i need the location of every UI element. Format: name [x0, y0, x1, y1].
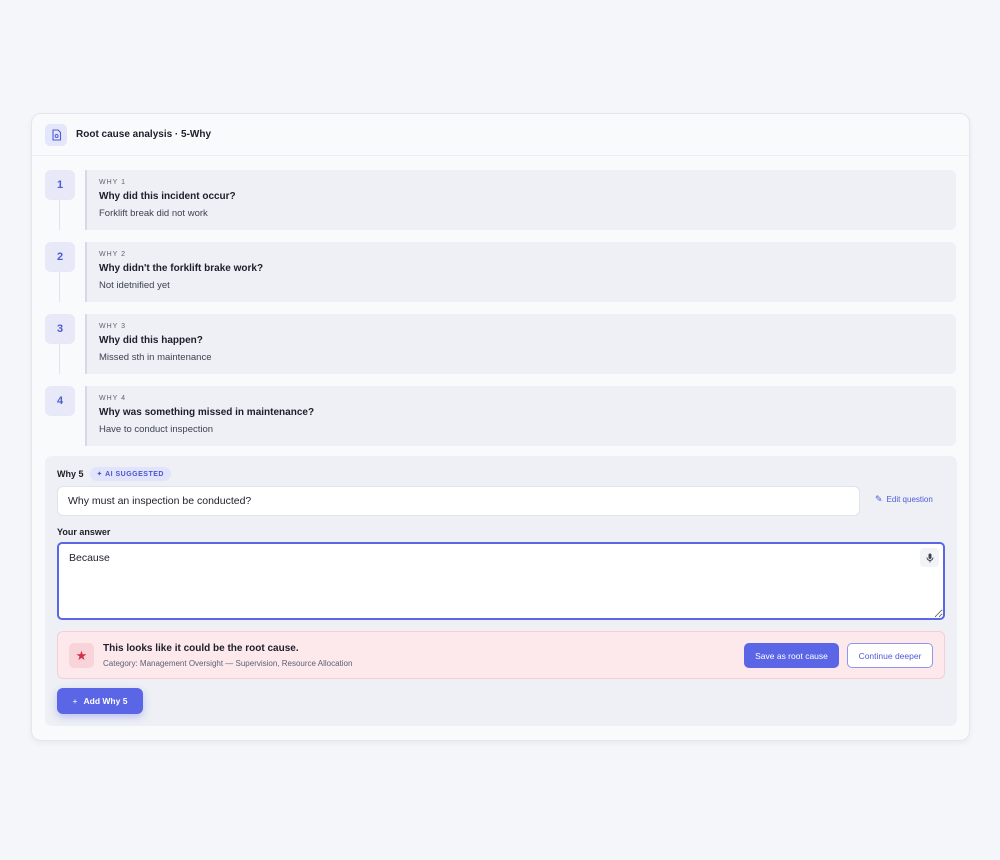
why-answer: Forklift break did not work: [99, 208, 208, 219]
why-steps: 1 WHY 1 Why did this incident occur? For…: [45, 170, 957, 458]
why-question: Why was something missed in maintenance?: [99, 407, 315, 418]
why-label: WHY 2: [99, 251, 127, 258]
step-number: 3: [45, 314, 75, 344]
step-connector: [59, 272, 60, 302]
step-content[interactable]: WHY 4 Why was something missed in mainte…: [85, 386, 956, 446]
why-question: Why didn't the forklift brake work?: [99, 263, 264, 274]
why-answer: Missed sth in maintenance: [99, 352, 212, 363]
step-connector: [59, 344, 60, 374]
why-step-2: 2 WHY 2 Why didn't the forklift brake wo…: [45, 242, 957, 314]
pencil-icon: ✎: [875, 494, 883, 504]
add-why-label: Add Why 5: [83, 696, 128, 706]
why-question: Why did this happen?: [99, 335, 203, 346]
step-number: 1: [45, 170, 75, 200]
why5-panel: Why 5 ✦ AI SUGGESTED ✎ Edit question You…: [45, 456, 957, 726]
step-content[interactable]: WHY 2 Why didn't the forklift brake work…: [85, 242, 956, 302]
why-answer: Have to conduct inspection: [99, 424, 214, 435]
why5-label: Why 5: [57, 469, 84, 479]
page-title: Root cause analysis · 5-Why: [76, 129, 212, 140]
add-why-button[interactable]: + Add Why 5: [57, 688, 143, 714]
continue-deeper-button[interactable]: Continue deeper: [847, 643, 933, 668]
why5-question-input[interactable]: [57, 486, 860, 516]
plus-icon: +: [72, 696, 78, 706]
answer-label: Your answer: [57, 527, 111, 537]
step-number: 2: [45, 242, 75, 272]
root-cause-banner: ★ This looks like it could be the root c…: [57, 631, 945, 679]
step-content[interactable]: WHY 1 Why did this incident occur? Forkl…: [85, 170, 956, 230]
why-step-3: 3 WHY 3 Why did this happen? Missed sth …: [45, 314, 957, 386]
root-cause-title: This looks like it could be the root cau…: [103, 643, 299, 654]
why-label: WHY 1: [99, 179, 127, 186]
ai-suggested-badge: ✦ AI SUGGESTED: [89, 467, 171, 481]
why-label: WHY 4: [99, 395, 127, 402]
card-header: Root cause analysis · 5-Why: [32, 114, 969, 156]
why-label: WHY 3: [99, 323, 127, 330]
step-connector: [59, 200, 60, 230]
why-question: Why did this incident occur?: [99, 191, 236, 202]
why-step-1: 1 WHY 1 Why did this incident occur? For…: [45, 170, 957, 242]
step-number: 4: [45, 386, 75, 416]
edit-question-link[interactable]: ✎ Edit question: [875, 494, 933, 505]
root-cause-category: Category: Management Oversight — Supervi…: [103, 659, 353, 668]
why-step-4: 4 WHY 4 Why was something missed in main…: [45, 386, 957, 458]
why5-header: Why 5 ✦ AI SUGGESTED: [57, 467, 171, 481]
microphone-button[interactable]: [920, 548, 939, 567]
save-root-cause-button[interactable]: Save as root cause: [744, 643, 839, 668]
why-answer: Not idetnified yet: [99, 280, 170, 291]
document-icon: [45, 123, 67, 146]
star-icon: ★: [69, 643, 94, 668]
answer-textarea[interactable]: Because: [57, 542, 945, 620]
edit-question-label: Edit question: [886, 495, 933, 504]
rca-card: Root cause analysis · 5-Why 1 WHY 1 Why …: [31, 113, 970, 741]
microphone-icon: [926, 553, 933, 562]
step-content[interactable]: WHY 3 Why did this happen? Missed sth in…: [85, 314, 956, 374]
